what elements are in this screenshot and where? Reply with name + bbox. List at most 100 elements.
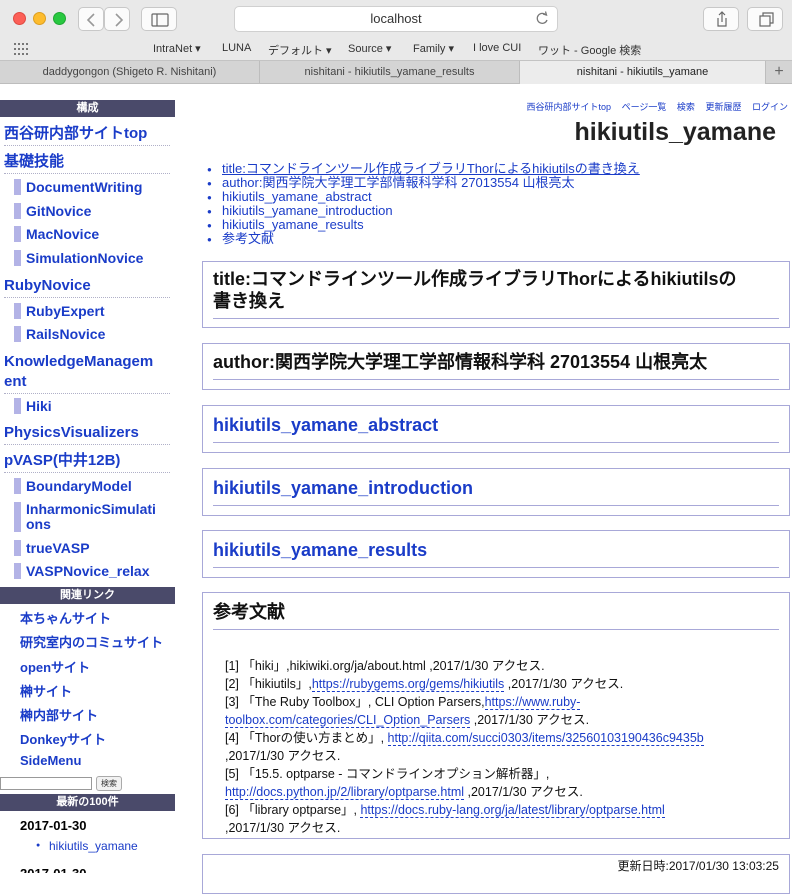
nav-link-search[interactable]: 検索 — [677, 102, 695, 112]
nav-link-history[interactable]: 更新履歴 — [705, 102, 741, 112]
tab-label: daddygongon (Shigeto R. Nishitani) — [42, 66, 217, 78]
back-button[interactable] — [78, 7, 104, 31]
reference-link[interactable]: https://www.ruby- — [484, 695, 581, 710]
tab-daddygongon[interactable]: daddygongon (Shigeto R. Nishitani) — [0, 61, 260, 84]
sidebar-item-inharmonicsimulations[interactable]: InharmonicSimulati ons — [14, 502, 170, 532]
sidebar-item-knowledgemanagement[interactable]: KnowledgeManagem ent — [4, 352, 170, 394]
show-tabs-button[interactable] — [747, 7, 783, 31]
section-heading-link[interactable]: hikiutils_yamane_introduction — [213, 477, 779, 506]
sidebar-item-hiki[interactable]: Hiki — [14, 398, 170, 414]
toc-item-results[interactable]: hikiutils_yamane_results — [207, 218, 640, 234]
sidebar-item-rubynovice[interactable]: RubyNovice — [4, 276, 170, 298]
new-tab-button[interactable]: + — [766, 61, 792, 84]
reference-link[interactable]: http://docs.python.jp/2/library/optparse… — [225, 785, 465, 800]
table-of-contents: title:コマンドラインツール作成ライブラリThorによるhikiutilsの… — [207, 162, 640, 248]
sidebar-item-truevasp[interactable]: trueVASP — [14, 540, 170, 556]
related-link-open[interactable]: openサイト — [20, 657, 90, 676]
reference-list: [1] 「hiki」,hikiwiki.org/ja/about.html ,2… — [225, 657, 775, 837]
sidebar-item-railsnovice[interactable]: RailsNovice — [14, 326, 170, 342]
zoom-window-button[interactable] — [53, 12, 66, 25]
toc-item-abstract[interactable]: hikiutils_yamane_abstract — [207, 190, 640, 206]
reference-text: [2] 「hikiutils」, — [225, 677, 312, 691]
reference-item: ,2017/1/30 アクセス. — [225, 819, 775, 837]
section-heading: 参考文献 — [213, 601, 779, 630]
sidebar-item-label: ons — [26, 516, 51, 532]
tab-hikiutils-yamane[interactable]: nishitani - hikiutils_yamane — [520, 61, 766, 84]
reference-item: [1] 「hiki」,hikiwiki.org/ja/about.html ,2… — [225, 657, 775, 675]
minimize-window-button[interactable] — [33, 12, 46, 25]
sidebar-item-pvasp[interactable]: pVASP(中井12B) — [4, 451, 170, 473]
toc-item-introduction[interactable]: hikiutils_yamane_introduction — [207, 204, 640, 220]
sidebar-item-kiso[interactable]: 基礎技能 — [4, 152, 170, 174]
reference-item: [2] 「hikiutils」,https://rubygems.org/gem… — [225, 675, 775, 693]
recent-item-hikiutils-yamane[interactable]: hikiutils_yamane — [36, 839, 138, 853]
forward-button[interactable] — [104, 7, 130, 31]
section-references: 参考文献 [1] 「hiki」,hikiwiki.org/ja/about.ht… — [202, 592, 790, 839]
sidebar-item-simulationnovice[interactable]: SimulationNovice — [14, 250, 170, 266]
bookmark-google-search[interactable]: ワット - Google 検索 — [538, 42, 641, 58]
section-heading-link[interactable]: hikiutils_yamane_results — [213, 539, 779, 568]
reference-link[interactable]: https://docs.ruby-lang.org/ja/latest/lib… — [360, 803, 665, 818]
sidebar-item-physicsvisualizers[interactable]: PhysicsVisualizers — [4, 423, 170, 445]
reference-text: ,2017/1/30 アクセス. — [504, 677, 624, 691]
sidebar-toggle-button[interactable] — [141, 7, 177, 31]
related-link-donkey[interactable]: Donkeyサイト — [20, 729, 106, 748]
reference-item: http://docs.python.jp/2/library/optparse… — [225, 783, 775, 801]
address-bar[interactable]: localhost — [234, 6, 558, 32]
toc-item-references[interactable]: 参考文献 — [207, 232, 640, 248]
top-nav: 西谷研内部サイトtop ページ一覧 検索 更新履歴 ログイン — [519, 100, 788, 113]
reference-link[interactable]: toolbox.com/categories/CLI_Option_Parser… — [225, 713, 471, 728]
bookmark-intranet[interactable]: IntraNet ▾ — [153, 42, 201, 55]
tab-bar: daddygongon (Shigeto R. Nishitani) nishi… — [0, 60, 792, 84]
sidebar-item-macnovice[interactable]: MacNovice — [14, 226, 170, 242]
tab-hikiutils-results[interactable]: nishitani - hikiutils_yamane_results — [260, 61, 520, 84]
section-heading: title:コマンドラインツール作成ライブラリThorによるhikiutilsの… — [213, 268, 779, 319]
reference-link[interactable]: http://qiita.com/succi0303/items/3256010… — [387, 731, 704, 746]
grid-icon[interactable] — [14, 43, 28, 55]
bookmark-luna[interactable]: LUNA — [222, 42, 251, 54]
bookmarks-bar: IntraNet ▾ LUNA デフォルト ▾ Source ▾ Family … — [0, 38, 792, 60]
sidebar-item-boundarymodel[interactable]: BoundaryModel — [14, 478, 170, 494]
bookmark-family[interactable]: Family ▾ — [413, 42, 454, 55]
section-introduction: hikiutils_yamane_introduction — [202, 468, 790, 516]
related-link-sidemenu[interactable]: SideMenu — [20, 753, 81, 768]
nav-link-page-list[interactable]: ページ一覧 — [622, 102, 667, 112]
bookmark-source[interactable]: Source ▾ — [348, 42, 391, 55]
reload-icon[interactable] — [533, 7, 551, 31]
section-author: author:関西学院大学理工学部情報科学科 27013554 山根亮太 — [202, 343, 790, 390]
nav-link-login[interactable]: ログイン — [752, 102, 788, 112]
section-title: title:コマンドラインツール作成ライブラリThorによるhikiutilsの… — [202, 261, 790, 328]
section-heading-link[interactable]: hikiutils_yamane_abstract — [213, 414, 779, 443]
sidebar-search-button[interactable]: 検索 — [96, 776, 122, 791]
related-link-sakaki[interactable]: 榊サイト — [20, 681, 72, 700]
url-text: localhost — [370, 11, 422, 26]
bookmark-i-love-cui[interactable]: I love CUI — [473, 42, 521, 54]
reference-text: [6] 「library optparse」, — [225, 803, 361, 817]
reference-text: ,2017/1/30 アクセス. — [464, 785, 583, 799]
toc-item-author[interactable]: author:関西学院大学理工学部情報科学科 27013554 山根亮太 — [207, 176, 640, 192]
sidebar-search-input[interactable] — [0, 777, 92, 790]
reference-text: [3] 「The Ruby Toolbox」, CLI Option Parse… — [225, 695, 485, 709]
recent-head: 最新の100件 — [0, 794, 175, 811]
sidebar-item-label: InharmonicSimulati — [26, 501, 156, 517]
sidebar-item-gitnovice[interactable]: GitNovice — [14, 203, 170, 219]
reference-item: [5] 「15.5. optparse - コマンドラインオプション解析器」, — [225, 765, 775, 783]
last-updated: 更新日時:2017/01/30 13:03:25 — [617, 859, 779, 873]
sidebar-item-top[interactable]: 西谷研内部サイトtop — [4, 124, 170, 146]
reference-item: [3] 「The Ruby Toolbox」, CLI Option Parse… — [225, 693, 775, 711]
related-link-honchan[interactable]: 本ちゃんサイト — [20, 608, 111, 627]
related-link-sakaki-internal[interactable]: 榊内部サイト — [20, 705, 98, 724]
nav-link-top[interactable]: 西谷研内部サイトtop — [527, 102, 612, 112]
reference-text: [1] 「hiki」,hikiwiki.org/ja/about.html ,2… — [225, 659, 545, 673]
reference-link[interactable]: https://rubygems.org/gems/hikiutils — [311, 677, 505, 692]
sidebar-item-rubyexpert[interactable]: RubyExpert — [14, 303, 170, 319]
sidebar-item-documentwriting[interactable]: DocumentWriting — [14, 179, 170, 195]
share-button[interactable] — [703, 7, 739, 31]
close-window-button[interactable] — [13, 12, 26, 25]
reference-item: toolbox.com/categories/CLI_Option_Parser… — [225, 711, 775, 729]
bookmark-default[interactable]: デフォルト ▾ — [268, 42, 332, 58]
related-link-community[interactable]: 研究室内のコミュサイト — [20, 632, 163, 651]
chevron-left-icon — [86, 13, 95, 27]
toc-item-title[interactable]: title:コマンドラインツール作成ライブラリThorによるhikiutilsの… — [207, 162, 640, 178]
sidebar-item-vaspnovice-relax[interactable]: VASPNovice_relax — [14, 563, 170, 579]
